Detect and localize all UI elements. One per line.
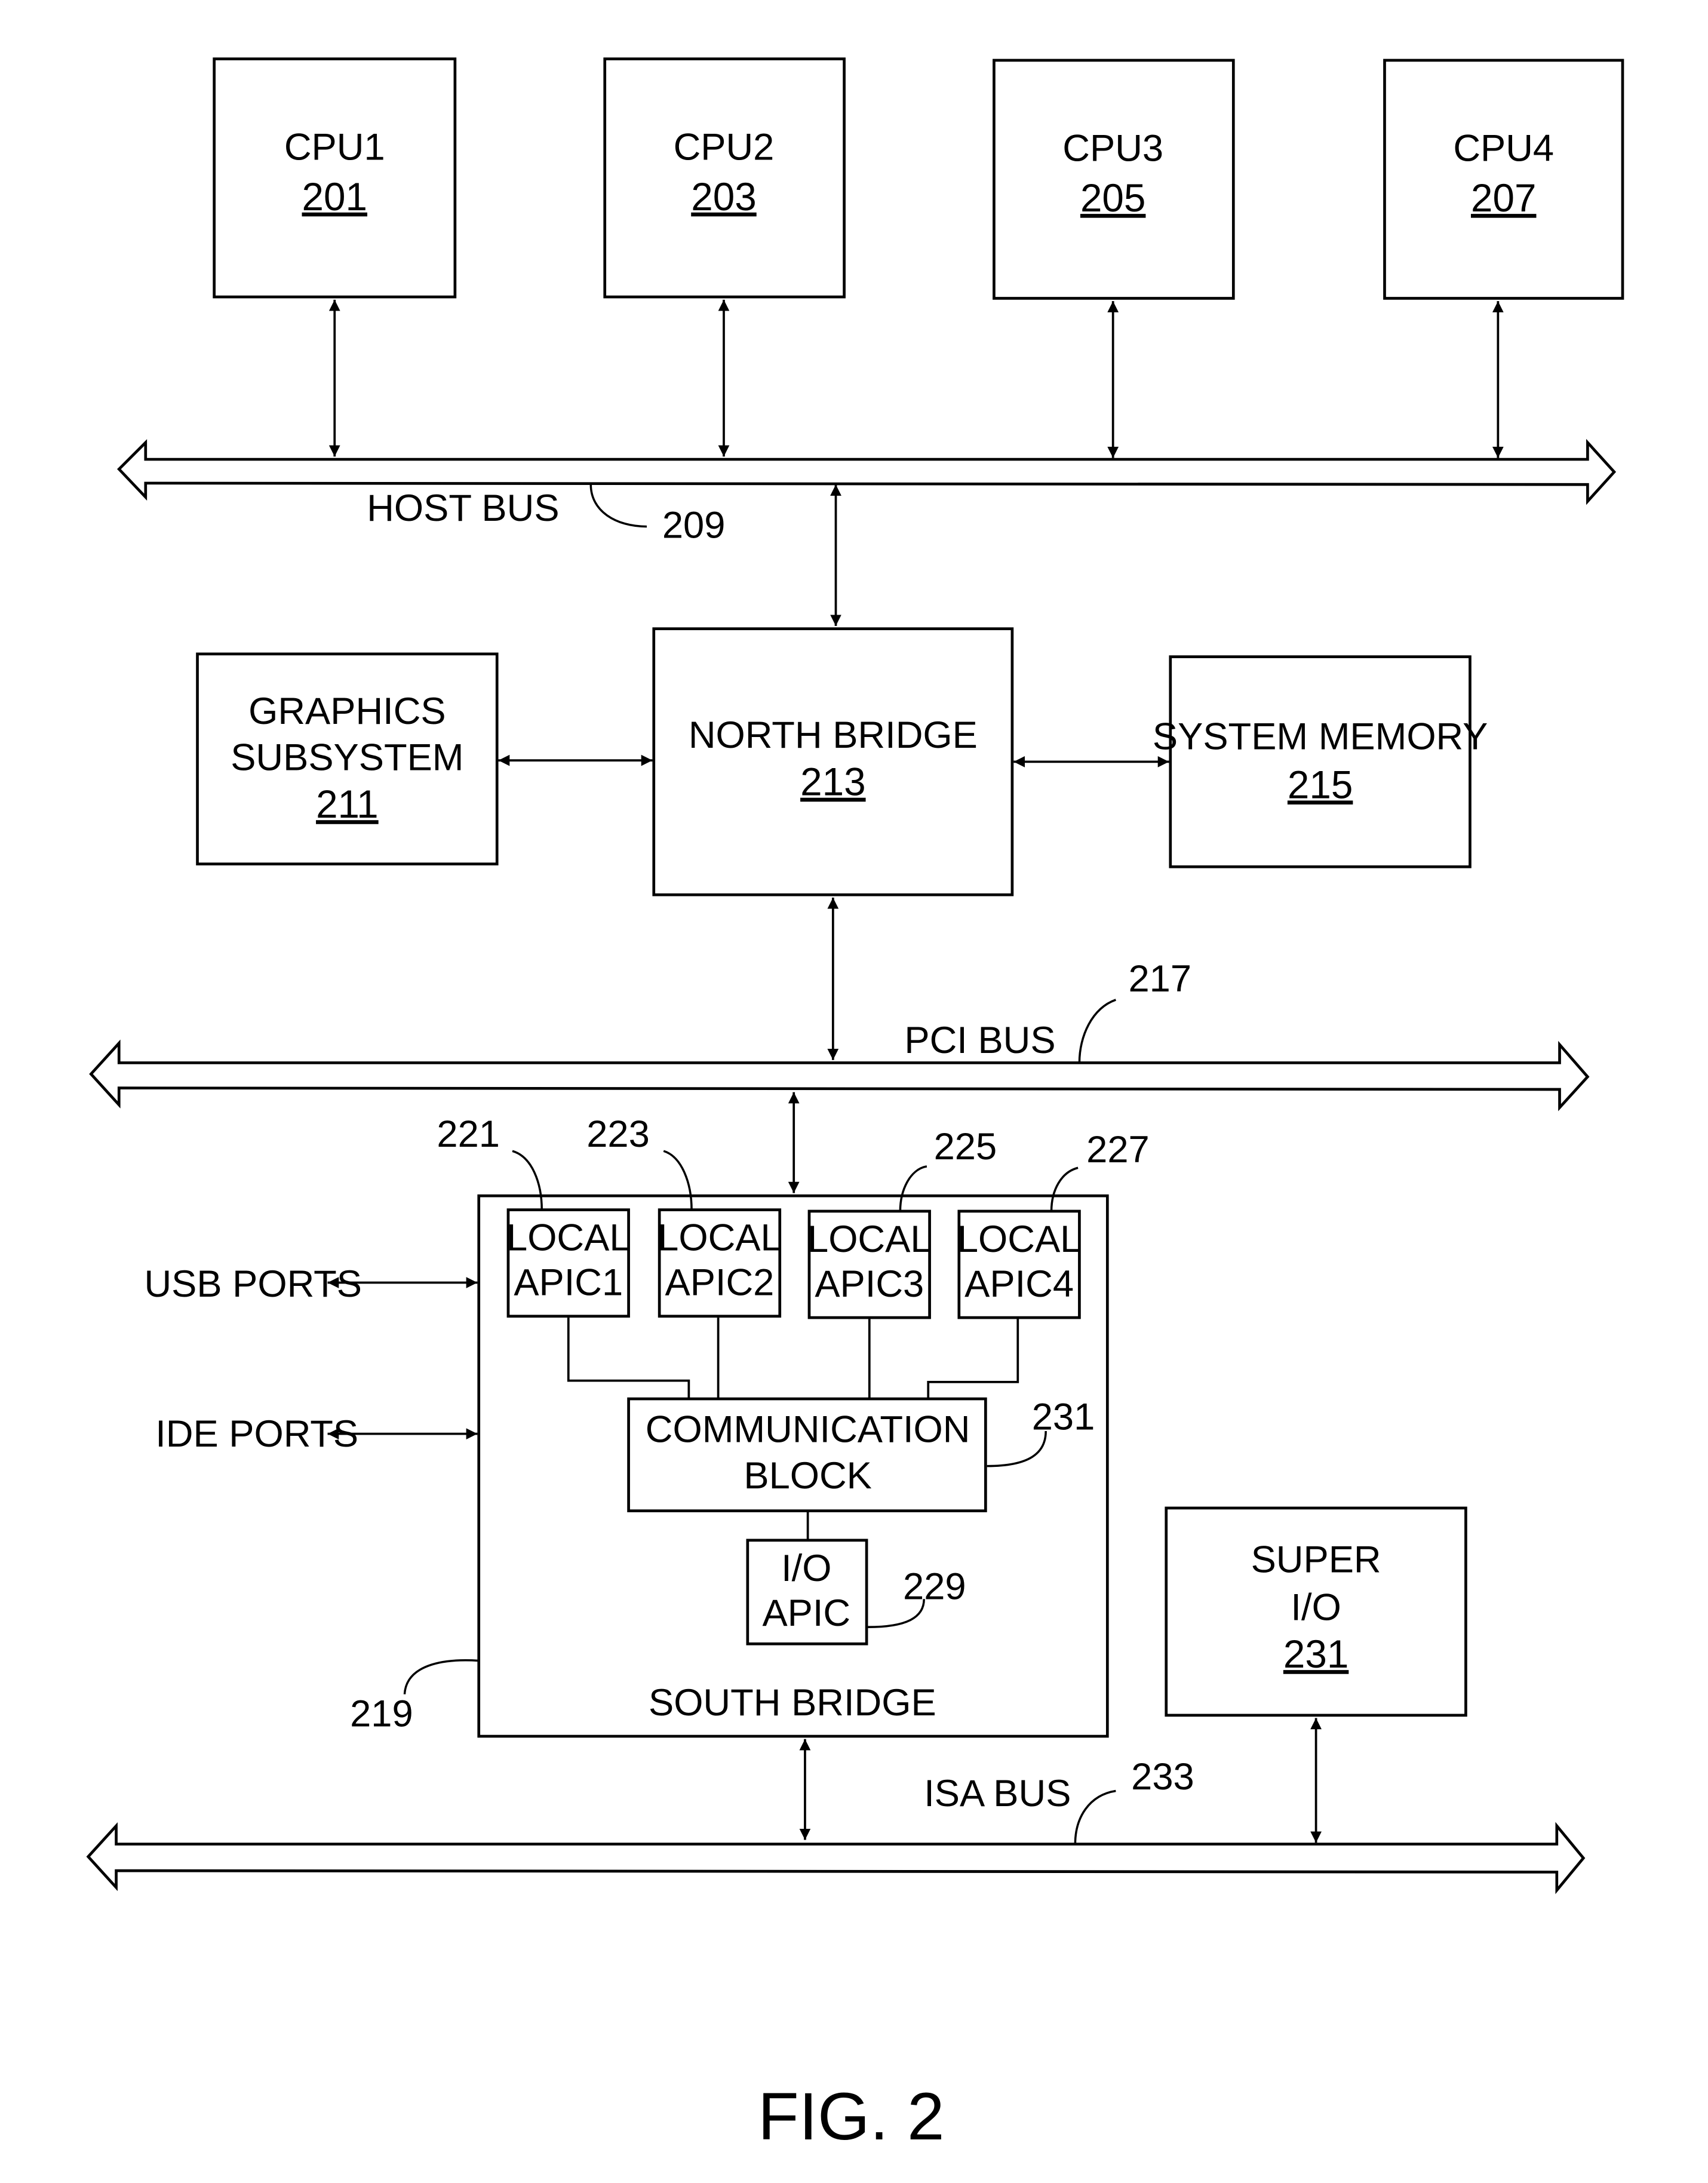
local-apic3-block: LOCAL APIC3 xyxy=(807,1209,932,1319)
cpu1-ref: 201 xyxy=(302,175,367,219)
local-apic4-line1: LOCAL xyxy=(957,1218,1082,1260)
local-apic3-ref: 225 xyxy=(934,1126,997,1168)
pci-bus-label: PCI BUS xyxy=(904,1020,1055,1061)
cpu3-block: CPU3 205 xyxy=(993,59,1235,300)
north-bridge-label: NORTH BRIDGE xyxy=(689,714,978,756)
local-apic2-ref: 223 xyxy=(586,1113,650,1155)
cpu3-label: CPU3 xyxy=(1062,128,1163,170)
io-apic-line2: APIC xyxy=(762,1592,850,1634)
communication-block-ref: 231 xyxy=(1032,1396,1095,1438)
super-io-line2: I/O xyxy=(1291,1586,1341,1628)
cpu3-ref: 205 xyxy=(1080,176,1146,220)
graphics-ref: 211 xyxy=(316,782,379,826)
local-apic1-line1: LOCAL xyxy=(506,1217,631,1259)
local-apic4-ref: 227 xyxy=(1086,1129,1150,1171)
communication-block-line2: BLOCK xyxy=(744,1455,872,1497)
system-memory-label: SYSTEM MEMORY xyxy=(1153,716,1488,757)
host-bus xyxy=(116,438,1617,505)
system-block-diagram: CPU1 201 CPU2 203 CPU3 205 CPU4 207 HOST… xyxy=(86,57,1624,2154)
cpu4-label: CPU4 xyxy=(1453,128,1554,170)
pci-bus xyxy=(89,1039,1590,1112)
local-apic4-block: LOCAL APIC4 xyxy=(957,1209,1082,1319)
cpu1-block: CPU1 201 xyxy=(213,57,457,299)
system-memory-block: SYSTEM MEMORY 215 xyxy=(1153,655,1488,868)
graphics-label-line1: GRAPHICS xyxy=(248,690,446,732)
north-bridge-ref: 213 xyxy=(800,760,865,804)
io-apic-block: I/O APIC xyxy=(746,1539,868,1645)
cpu2-ref: 203 xyxy=(691,175,757,219)
local-apic2-line1: LOCAL xyxy=(658,1217,782,1259)
local-apic4-line2: APIC4 xyxy=(964,1263,1074,1305)
communication-block: COMMUNICATION BLOCK xyxy=(627,1397,987,1512)
local-apic1-block: LOCAL APIC1 xyxy=(506,1208,631,1318)
figure-caption: FIG. 2 xyxy=(758,2078,945,2154)
graphics-label-line2: SUBSYSTEM xyxy=(231,736,463,778)
isa-bus-leader xyxy=(1074,1789,1116,1844)
south-bridge-label: SOUTH BRIDGE xyxy=(649,1682,936,1724)
super-io-line1: SUPER xyxy=(1251,1539,1381,1581)
cpu1-label: CPU1 xyxy=(284,126,385,168)
north-bridge-block: NORTH BRIDGE 213 xyxy=(652,627,1014,896)
south-bridge-leader xyxy=(403,1659,479,1694)
usb-ports-label: USB PORTS xyxy=(144,1263,362,1305)
isa-bus-label: ISA BUS xyxy=(924,1773,1071,1814)
communication-block-line1: COMMUNICATION xyxy=(646,1409,970,1451)
graphics-subsystem-block: GRAPHICS SUBSYSTEM 211 xyxy=(196,652,499,865)
cpu4-block: CPU4 207 xyxy=(1383,59,1624,300)
isa-bus-ref: 233 xyxy=(1131,1756,1194,1798)
local-apic2-block: LOCAL APIC2 xyxy=(658,1208,782,1318)
io-apic-line1: I/O xyxy=(781,1548,831,1589)
local-apic1-line2: APIC1 xyxy=(514,1262,623,1304)
cpu2-label: CPU2 xyxy=(674,126,775,168)
local-apic1-ref: 221 xyxy=(437,1113,500,1155)
super-io-block: SUPER I/O 231 xyxy=(1165,1506,1467,1717)
local-apic2-line2: APIC2 xyxy=(665,1262,774,1304)
host-bus-leader xyxy=(589,484,647,528)
cpu2-block: CPU2 203 xyxy=(603,57,846,299)
io-apic-ref: 229 xyxy=(903,1565,966,1607)
local-apic3-line1: LOCAL xyxy=(807,1218,932,1260)
host-bus-ref: 209 xyxy=(662,504,726,546)
super-io-ref: 231 xyxy=(1283,1632,1349,1676)
south-bridge-ref: 219 xyxy=(350,1693,413,1735)
system-memory-ref: 215 xyxy=(1288,763,1353,806)
cpu4-ref: 207 xyxy=(1471,176,1537,220)
local-apic3-line2: APIC3 xyxy=(815,1263,924,1305)
isa-bus xyxy=(86,1822,1586,1895)
host-bus-label: HOST BUS xyxy=(367,487,559,529)
pci-bus-ref: 217 xyxy=(1128,958,1191,1000)
pci-bus-leader xyxy=(1078,999,1116,1063)
